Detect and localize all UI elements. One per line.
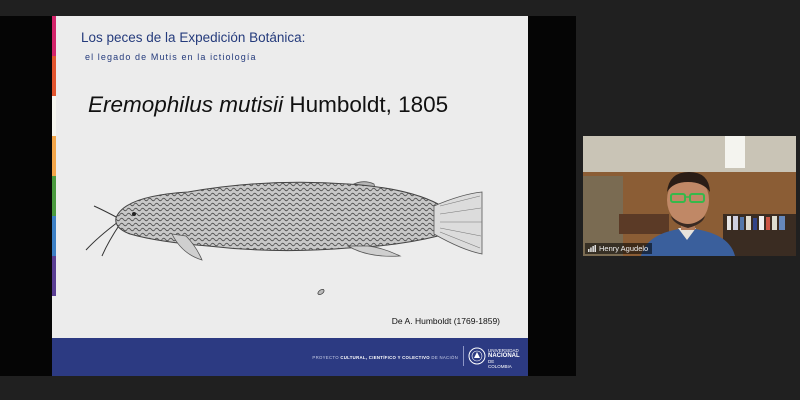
webcam-frame [583,136,796,256]
presentation-slide: Los peces de la Expedición Botánica: el … [52,16,528,376]
university-logo-text: UNIVERSIDAD NACIONAL DE COLOMBIA [488,348,520,369]
participant-name: Henry Agudelo [599,244,649,253]
footer-divider [463,346,464,366]
species-name: Eremophilus mutisii [88,92,284,117]
strip-segment [52,56,56,96]
participant-video[interactable]: Henry Agudelo [583,136,796,256]
strip-segment [52,176,56,216]
color-strip [52,16,56,336]
logo-line-3: DE COLOMBIA [488,359,512,369]
strip-segment [52,136,56,176]
tagline-bold: CULTURAL, CIENTÍFICO Y COLECTIVO [340,355,430,360]
university-seal-icon [468,347,486,365]
slide-subtitle: el legado de Mutis en la ictiología [85,52,257,62]
tagline-prefix: PROYECTO [312,355,341,360]
egg-sketch [317,289,325,295]
species-heading: Eremophilus mutisii Humboldt, 1805 [88,92,448,118]
slide-footer: PROYECTO CULTURAL, CIENTÍFICO Y COLECTIV… [52,338,528,376]
strip-segment [52,296,56,336]
participant-name-tag: Henry Agudelo [585,243,653,254]
audio-signal-icon [588,245,596,252]
meeting-stage: Los peces de la Expedición Botánica: el … [0,0,800,400]
project-tagline: PROYECTO CULTURAL, CIENTÍFICO Y COLECTIV… [312,355,458,360]
slide-title: Los peces de la Expedición Botánica: [81,30,306,45]
tagline-suffix: DE NACIÓN [429,355,458,360]
species-author: Humboldt, 1805 [289,92,449,117]
image-credit: De A. Humboldt (1769-1859) [391,316,500,326]
strip-segment [52,96,56,136]
strip-segment [52,16,56,56]
strip-segment [52,256,56,296]
strip-segment [52,216,56,256]
catfish-illustration [85,181,483,261]
shared-screen[interactable]: Los peces de la Expedición Botánica: el … [0,16,576,376]
